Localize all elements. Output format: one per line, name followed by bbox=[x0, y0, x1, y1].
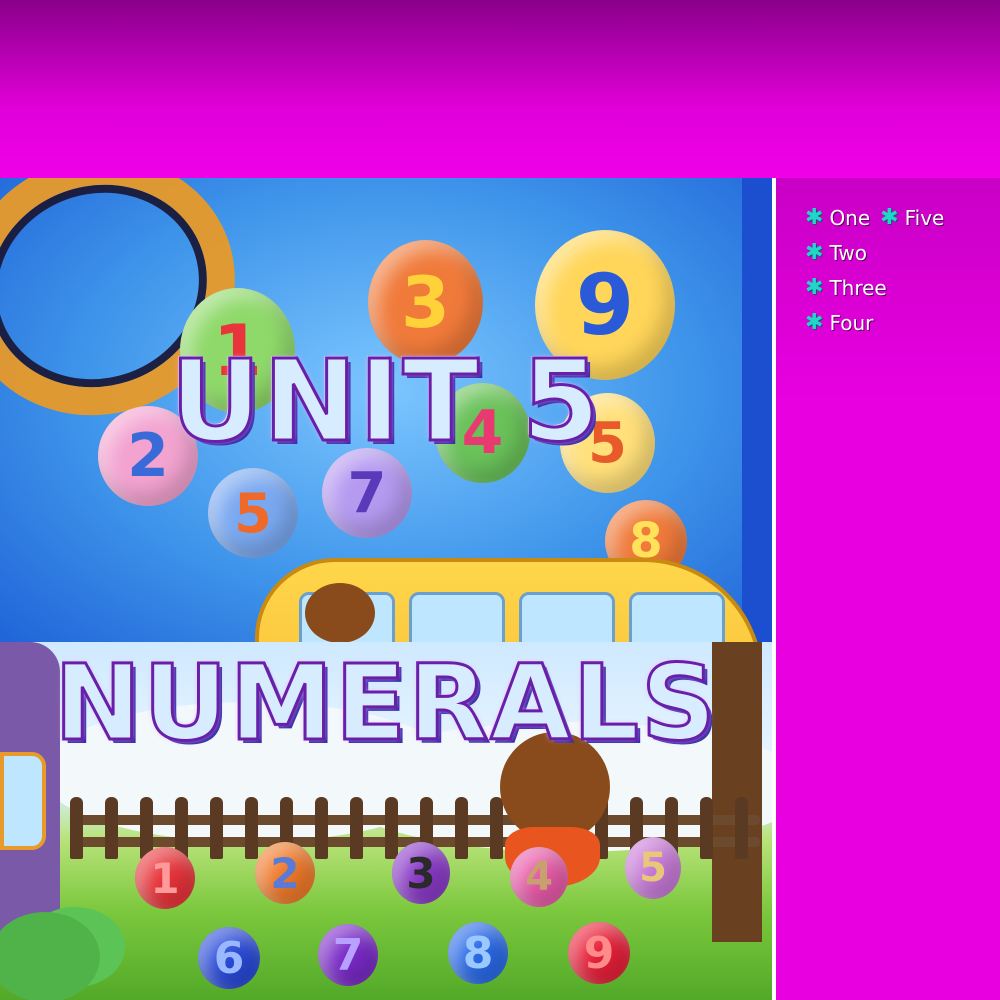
list-row: ✱ Four bbox=[805, 305, 995, 340]
list-item: ✱ Two bbox=[805, 240, 867, 265]
unit-title: UNIT 5 bbox=[169, 337, 602, 467]
ground-balloon-1: 1 bbox=[135, 847, 195, 909]
bus-monkey bbox=[305, 583, 375, 643]
star-bullet-icon: ✱ bbox=[805, 205, 824, 230]
list-item-label: Five bbox=[904, 205, 945, 230]
star-bullet-icon: ✱ bbox=[880, 205, 899, 230]
ground-balloon-5: 5 bbox=[625, 837, 681, 899]
star-bullet-icon: ✱ bbox=[805, 310, 824, 335]
house-window bbox=[0, 752, 46, 850]
ground-balloon-8: 8 bbox=[448, 922, 508, 984]
top-banner bbox=[0, 0, 1000, 178]
illustration-panel: 1 3 9 2 4 5 5 7 8 1 2 3 4 5 6 7 8 9 UNIT… bbox=[0, 178, 776, 1000]
balloon-5-blue: 5 bbox=[208, 468, 298, 558]
list-item: ✱ Five bbox=[880, 205, 944, 230]
ground-balloon-7: 7 bbox=[318, 924, 378, 986]
numbers-list: ✱ One ✱ Five ✱ Two ✱ Three ✱ Four bbox=[805, 200, 995, 340]
list-item-label: Two bbox=[829, 240, 867, 265]
list-item-label: Three bbox=[829, 275, 887, 300]
ground-balloon-6: 6 bbox=[198, 927, 260, 989]
ground-balloon-9: 9 bbox=[568, 922, 630, 984]
ground-balloon-3: 3 bbox=[392, 842, 450, 904]
list-row: ✱ One ✱ Five bbox=[805, 200, 995, 235]
list-item: ✱ One bbox=[805, 205, 870, 230]
unit-subtitle: NUMERALS bbox=[53, 642, 718, 764]
star-bullet-icon: ✱ bbox=[805, 240, 824, 265]
list-item: ✱ Four bbox=[805, 310, 873, 335]
list-item-label: Four bbox=[829, 310, 874, 335]
list-item-label: One bbox=[829, 205, 871, 230]
bush bbox=[0, 912, 100, 1000]
ground-balloon-4: 4 bbox=[510, 847, 568, 907]
list-row: ✱ Two bbox=[805, 235, 995, 270]
star-bullet-icon: ✱ bbox=[805, 275, 824, 300]
ground-balloon-2: 2 bbox=[255, 842, 315, 904]
list-row: ✱ Three bbox=[805, 270, 995, 305]
list-item: ✱ Three bbox=[805, 275, 887, 300]
